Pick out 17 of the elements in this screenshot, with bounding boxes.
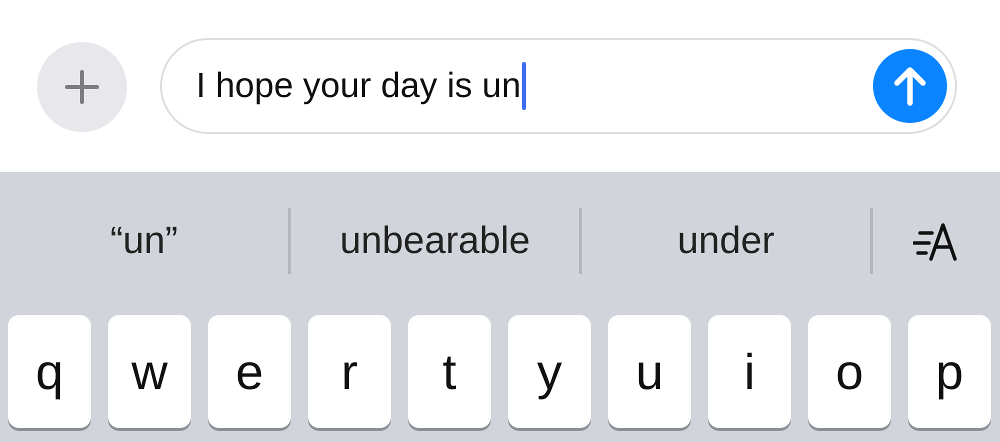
keyboard-key[interactable]: r bbox=[308, 315, 391, 428]
send-button[interactable] bbox=[873, 49, 947, 123]
keyboard-key[interactable]: p bbox=[908, 315, 991, 428]
keyboard-key[interactable]: i bbox=[708, 315, 791, 428]
plus-icon bbox=[65, 70, 99, 104]
keyboard-key[interactable]: u bbox=[608, 315, 691, 428]
suggestion[interactable]: unbearable bbox=[291, 220, 579, 262]
keyboard-key[interactable]: y bbox=[508, 315, 591, 428]
keyboard-key[interactable]: o bbox=[808, 315, 891, 428]
message-field[interactable]: I hope your day is un bbox=[160, 38, 957, 134]
arrow-up-icon bbox=[893, 66, 927, 106]
suggestion[interactable]: under bbox=[582, 220, 870, 262]
suggestion[interactable]: “un” bbox=[0, 220, 288, 262]
keyboard-key[interactable]: t bbox=[408, 315, 491, 428]
keyboard-key[interactable]: q bbox=[8, 315, 91, 428]
keyboard-key[interactable]: e bbox=[208, 315, 291, 428]
keyboard-key[interactable]: w bbox=[108, 315, 191, 428]
